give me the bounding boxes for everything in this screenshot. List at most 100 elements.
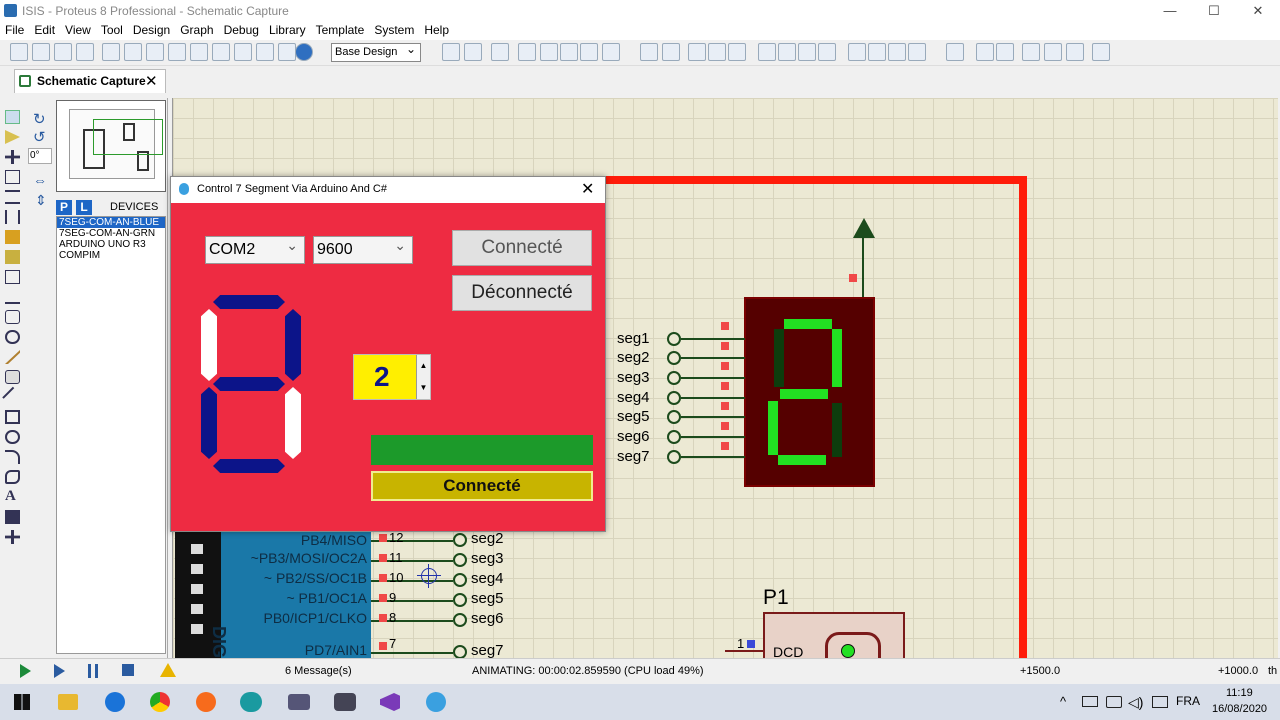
- menu-edit[interactable]: Edit: [29, 22, 60, 38]
- visual-studio-icon[interactable]: [380, 693, 400, 711]
- warning-icon[interactable]: [160, 663, 176, 677]
- chrome-icon[interactable]: [150, 692, 170, 712]
- box-icon[interactable]: [5, 410, 20, 424]
- block-copy-icon[interactable]: [758, 43, 776, 61]
- close-button[interactable]: ✕: [1236, 0, 1280, 22]
- zoom-in-icon[interactable]: [540, 43, 558, 61]
- pan-icon[interactable]: [518, 43, 536, 61]
- proteus-icon[interactable]: [288, 694, 310, 710]
- design-explorer-icon[interactable]: [256, 43, 274, 61]
- spinner-arrows-icon[interactable]: ▲ ▼: [416, 355, 430, 399]
- rotate-cw-icon[interactable]: ↻: [33, 110, 46, 128]
- undo-icon[interactable]: [640, 43, 658, 61]
- tab-schematic-capture[interactable]: Schematic Capture ✕: [14, 69, 166, 93]
- battery-icon[interactable]: [1082, 696, 1098, 707]
- pcb-icon[interactable]: [146, 43, 164, 61]
- zoom-out-icon[interactable]: [560, 43, 578, 61]
- menu-help[interactable]: Help: [419, 22, 454, 38]
- label-icon[interactable]: [5, 170, 20, 184]
- home-icon[interactable]: [102, 43, 120, 61]
- tape-icon[interactable]: [5, 310, 20, 324]
- tray-chevron-icon[interactable]: ^: [1060, 694, 1066, 709]
- select-mode-icon[interactable]: [5, 110, 20, 124]
- line-icon[interactable]: [2, 386, 23, 408]
- save-icon[interactable]: [54, 43, 72, 61]
- tab-close-icon[interactable]: ✕: [145, 72, 158, 90]
- origin-icon[interactable]: [491, 43, 509, 61]
- generator-icon[interactable]: [5, 330, 20, 344]
- device-item[interactable]: COMPIM: [57, 250, 165, 261]
- menu-tool[interactable]: Tool: [96, 22, 128, 38]
- graph-icon[interactable]: [5, 290, 20, 304]
- probe-icon[interactable]: [5, 350, 20, 364]
- grid-icon[interactable]: [464, 43, 482, 61]
- file-explorer-icon[interactable]: [58, 694, 78, 710]
- menu-view[interactable]: View: [60, 22, 96, 38]
- pin-icon[interactable]: [5, 270, 20, 284]
- device-item[interactable]: 7SEG-COM-AN-GRN: [57, 228, 165, 239]
- firefox-icon[interactable]: [196, 692, 216, 712]
- menu-template[interactable]: Template: [311, 22, 370, 38]
- subcircuit-icon[interactable]: [5, 230, 20, 244]
- network-icon[interactable]: [1106, 696, 1122, 708]
- pause-icon[interactable]: [88, 664, 98, 678]
- component-mode-icon[interactable]: [5, 130, 20, 144]
- 3d-icon[interactable]: [190, 43, 208, 61]
- arc-icon[interactable]: [5, 450, 20, 464]
- pick-device-icon[interactable]: [848, 43, 866, 61]
- maximize-button[interactable]: ☐: [1192, 0, 1236, 22]
- menu-graph[interactable]: Graph: [175, 22, 218, 38]
- marker-icon[interactable]: [5, 530, 20, 544]
- device-item[interactable]: ARDUINO UNO R3: [57, 239, 165, 250]
- redo-icon[interactable]: [662, 43, 680, 61]
- packaging-icon[interactable]: [888, 43, 906, 61]
- make-device-icon[interactable]: [868, 43, 886, 61]
- windows-start-icon[interactable]: [14, 694, 30, 710]
- stop-icon[interactable]: [122, 664, 134, 676]
- clock-date[interactable]: 16/08/2020: [1212, 703, 1267, 715]
- baud-rate-select[interactable]: 9600: [313, 236, 413, 264]
- netlist-icon[interactable]: [1092, 43, 1110, 61]
- design-combo[interactable]: Base Design: [331, 42, 421, 62]
- step-icon[interactable]: [54, 664, 65, 678]
- text-script-icon[interactable]: [5, 190, 20, 204]
- menu-design[interactable]: Design: [128, 22, 175, 38]
- dialog-app-task-icon[interactable]: [426, 692, 446, 712]
- property-tool-icon[interactable]: [996, 43, 1014, 61]
- menu-library[interactable]: Library: [264, 22, 311, 38]
- arduino-ide-icon[interactable]: [240, 692, 262, 712]
- new-sheet-icon[interactable]: [1022, 43, 1040, 61]
- com-port-select[interactable]: COM2: [205, 236, 305, 264]
- disconnect-button[interactable]: Déconnecté: [452, 275, 592, 311]
- notification-icon[interactable]: [1152, 696, 1168, 708]
- symbol-icon[interactable]: [5, 510, 20, 524]
- circle-icon[interactable]: [5, 430, 20, 444]
- play-icon[interactable]: [20, 664, 31, 678]
- gerber-icon[interactable]: [168, 43, 186, 61]
- notes-icon[interactable]: [278, 43, 296, 61]
- overview-preview[interactable]: [56, 100, 166, 192]
- new-icon[interactable]: [10, 43, 28, 61]
- digit-spinner[interactable]: 2 ▲ ▼: [353, 354, 431, 400]
- source-icon[interactable]: [234, 43, 252, 61]
- bom-icon[interactable]: [212, 43, 230, 61]
- copy-icon[interactable]: [708, 43, 726, 61]
- block-move-icon[interactable]: [778, 43, 796, 61]
- minimize-button[interactable]: —: [1148, 0, 1192, 22]
- zoom-area-icon[interactable]: [602, 43, 620, 61]
- open-icon[interactable]: [32, 43, 50, 61]
- block-rotate-icon[interactable]: [798, 43, 816, 61]
- arduino-uno-body[interactable]: PB4/MISO ~PB3/MOSI/OC2A ~ PB2/SS/OC1B ~ …: [209, 530, 371, 658]
- language-indicator[interactable]: FRA: [1176, 694, 1200, 708]
- compim-component[interactable]: DCD: [763, 612, 905, 658]
- pick-devices-button[interactable]: P: [56, 200, 72, 215]
- zoom-all-icon[interactable]: [580, 43, 598, 61]
- menu-debug[interactable]: Debug: [219, 22, 264, 38]
- rotation-field[interactable]: 0°: [28, 148, 52, 164]
- volume-icon[interactable]: ◁): [1128, 694, 1143, 711]
- edge-icon[interactable]: [105, 692, 125, 712]
- dialog-close-button[interactable]: ✕: [581, 179, 594, 199]
- cut-icon[interactable]: [688, 43, 706, 61]
- library-manager-button[interactable]: L: [76, 200, 92, 215]
- decompose-icon[interactable]: [908, 43, 926, 61]
